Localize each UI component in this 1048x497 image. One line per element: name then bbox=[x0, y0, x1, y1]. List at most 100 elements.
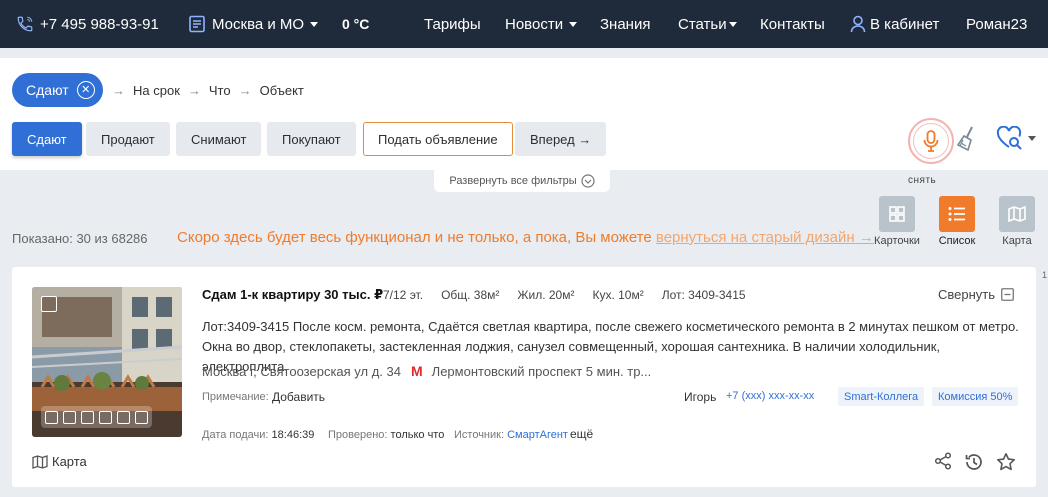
fridge-icon bbox=[117, 410, 130, 424]
add-note-link[interactable]: Добавить bbox=[272, 390, 325, 404]
view-map-label: Карта bbox=[1002, 235, 1032, 247]
phone-icon bbox=[17, 16, 33, 32]
chevron-down-icon bbox=[569, 21, 578, 27]
results-count: Показано: 30 из 68286 bbox=[12, 231, 148, 246]
agent-name: Игорь bbox=[684, 390, 717, 404]
voice-search-button[interactable] bbox=[908, 118, 954, 164]
listing-photo[interactable] bbox=[32, 287, 182, 437]
phone-number: +7 495 988-93-91 bbox=[40, 15, 159, 33]
buy-button[interactable]: Покупают bbox=[267, 122, 356, 156]
view-cards-label: Карточки bbox=[874, 235, 920, 247]
listing-metro: Лермонтовский проспект 5 мин. тр... bbox=[431, 363, 652, 379]
company-badge[interactable]: Smart-Коллега bbox=[838, 387, 925, 406]
metro-icon: М bbox=[411, 363, 423, 379]
listing-address: Москва г, Святоозерская ул д. 34 bbox=[202, 363, 401, 379]
scroll-marker: 1 bbox=[1042, 270, 1048, 280]
map-icon bbox=[999, 196, 1035, 232]
post-ad-button[interactable]: Подать объявление bbox=[363, 122, 513, 156]
nav-tariffs[interactable]: Тарифы bbox=[424, 0, 481, 48]
filter-chip-label: Сдают bbox=[26, 82, 69, 98]
listing-source: Источник: СмартАгент bbox=[454, 429, 568, 441]
listing-living-area: Жил. 20м² bbox=[517, 288, 575, 302]
nav-knowledge[interactable]: Знания bbox=[600, 0, 650, 48]
listing-address-row: Москва г, Святоозерская ул д. 34 М Лермо… bbox=[202, 363, 651, 379]
voice-label: снять bbox=[908, 175, 937, 186]
crumb-what[interactable]: Что bbox=[209, 83, 231, 98]
map-icon bbox=[32, 454, 48, 469]
expand-filters-label: Развернуть все фильтры bbox=[449, 175, 577, 187]
listing-specs: 7/12 эт. Общ. 38м² Жил. 20м² Кух. 10м² Л… bbox=[383, 288, 746, 302]
washer-icon bbox=[81, 410, 94, 424]
list-icon bbox=[939, 196, 975, 232]
design-notice-text: Скоро здесь будет весь функционал и не т… bbox=[177, 229, 652, 246]
lease-button[interactable]: Снимают bbox=[176, 122, 262, 156]
view-list-button[interactable]: Список bbox=[931, 196, 983, 247]
share-icon[interactable] bbox=[934, 452, 952, 470]
listing-lot: Лот: 3409-3415 bbox=[661, 288, 746, 302]
region-label: Москва и МО bbox=[212, 15, 305, 33]
crumb-term[interactable]: На срок bbox=[133, 83, 180, 98]
rent-button[interactable]: Сдают bbox=[12, 122, 82, 156]
temperature: 0 °C bbox=[342, 16, 370, 32]
collapse-label: Свернуть bbox=[938, 287, 996, 302]
nav-news-label: Новости bbox=[505, 15, 564, 33]
source-label: Источник: bbox=[454, 429, 505, 441]
more-link[interactable]: ещё bbox=[570, 427, 593, 441]
broom-icon[interactable] bbox=[956, 126, 978, 152]
listing-date: Дата подачи: 18:46:39 bbox=[202, 429, 314, 441]
arrow-right-icon: → bbox=[187, 82, 201, 98]
view-map-button[interactable]: Карта bbox=[991, 196, 1043, 247]
date-value: 18:46:39 bbox=[271, 429, 315, 441]
nav-articles-label: Статьи bbox=[678, 15, 727, 33]
region-selector[interactable]: Москва и МО bbox=[188, 0, 319, 48]
listing-checked: Проверено: только что bbox=[328, 429, 444, 441]
crumb-object[interactable]: Объект bbox=[260, 83, 304, 98]
checked-label: Проверено: bbox=[328, 429, 388, 441]
listing-floor: 7/12 эт. bbox=[383, 288, 424, 302]
view-cards-button[interactable]: Карточки bbox=[871, 196, 923, 247]
grid-icon bbox=[879, 196, 915, 232]
nav-articles[interactable]: Статьи bbox=[678, 0, 737, 48]
nav-username[interactable]: Роман23 bbox=[966, 0, 1027, 48]
map-link-label: Карта bbox=[52, 454, 87, 469]
nav-contacts[interactable]: Контакты bbox=[760, 0, 825, 48]
sofa-icon bbox=[135, 410, 148, 424]
nav-cabinet[interactable]: В кабинет bbox=[850, 0, 939, 48]
chevron-down-icon bbox=[728, 21, 737, 27]
agent-phone[interactable]: +7 (xxx) xxx-xx-xx bbox=[726, 390, 814, 402]
listing-title[interactable]: Сдам 1-к квартиру 30 тыс. ₽ bbox=[202, 287, 383, 303]
tv-icon bbox=[45, 410, 58, 424]
filter-breadcrumb: → На срок → Что → Объект bbox=[104, 73, 304, 107]
search-panel: Сдают ✕ → На срок → Что → Объект Сдают П… bbox=[0, 58, 1048, 170]
note-label: Примечание: bbox=[202, 391, 269, 403]
chevron-down-icon bbox=[310, 21, 319, 27]
photo-select-checkbox[interactable] bbox=[41, 296, 57, 312]
arrow-right-icon: → bbox=[238, 82, 252, 98]
design-notice: Скоро здесь будет весь функционал и не т… bbox=[177, 229, 874, 246]
commission-badge: Комиссия 50% bbox=[932, 387, 1019, 406]
expand-filters-toggle[interactable]: Развернуть все фильтры bbox=[434, 170, 610, 192]
show-on-map-link[interactable]: Карта bbox=[32, 454, 87, 469]
top-navigation: +7 495 988-93-91 Москва и МО 0 °C Тарифы… bbox=[0, 0, 1048, 48]
date-label: Дата подачи: bbox=[202, 429, 269, 441]
sell-button[interactable]: Продают bbox=[86, 122, 170, 156]
phone-link[interactable]: +7 495 988-93-91 bbox=[16, 0, 159, 48]
listing-total-area: Общ. 38м² bbox=[441, 288, 500, 302]
listing-card[interactable]: Сдам 1-к квартиру 30 тыс. ₽ 7/12 эт. Общ… bbox=[12, 267, 1036, 487]
history-icon[interactable] bbox=[964, 452, 984, 472]
checked-value: только что bbox=[390, 429, 445, 441]
filter-chip-rent[interactable]: Сдают ✕ bbox=[12, 73, 103, 107]
favorites-search-icon[interactable] bbox=[996, 126, 1024, 150]
furniture-icon bbox=[63, 410, 76, 424]
chevron-down-icon[interactable] bbox=[1028, 136, 1036, 141]
collapse-button[interactable]: Свернуть bbox=[938, 287, 1014, 302]
close-icon[interactable]: ✕ bbox=[76, 81, 95, 99]
collapse-icon bbox=[1001, 288, 1014, 301]
view-list-label: Список bbox=[938, 235, 976, 247]
arrow-right-icon: → bbox=[112, 82, 125, 98]
next-button[interactable]: Вперед → bbox=[515, 122, 607, 156]
nav-news[interactable]: Новости bbox=[505, 0, 578, 48]
old-design-link[interactable]: вернуться на старый дизайн → bbox=[656, 229, 874, 246]
source-link[interactable]: СмартАгент bbox=[507, 429, 568, 441]
star-icon[interactable] bbox=[996, 452, 1016, 472]
